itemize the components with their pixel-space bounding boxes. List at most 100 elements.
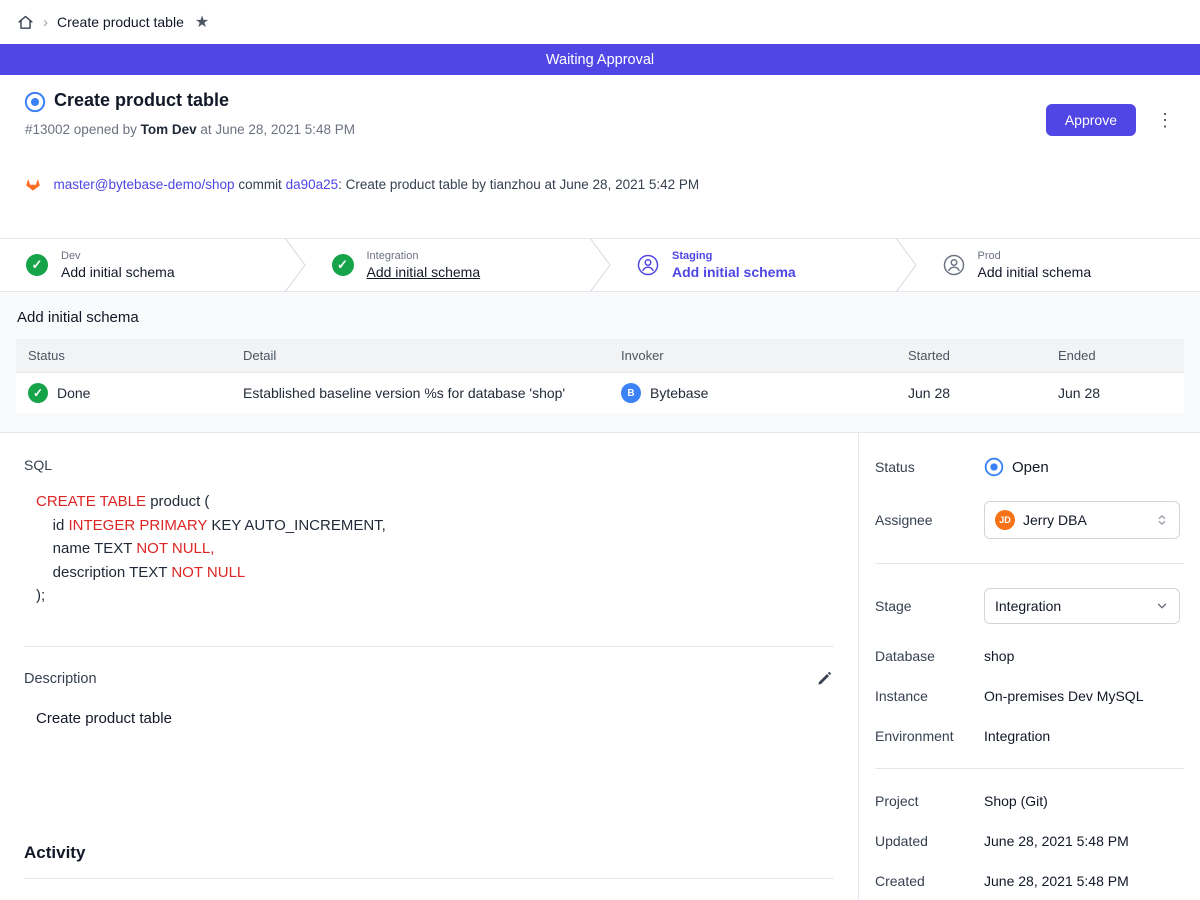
bytebase-avatar: B: [621, 383, 641, 403]
assignee-avatar: JD: [995, 510, 1015, 530]
instance-value: On-premises Dev MySQL: [984, 688, 1143, 704]
created-row: Created June 28, 2021 5:48 PM: [875, 873, 1184, 889]
stage-task-link[interactable]: Add initial schema: [367, 264, 481, 280]
sidebar-divider: [875, 563, 1184, 564]
task-ended: Jun 28: [1046, 373, 1184, 414]
star-icon[interactable]: ★: [195, 12, 209, 32]
commit-hash-link[interactable]: da90a25: [286, 177, 339, 192]
updated-row: Updated June 28, 2021 5:48 PM: [875, 833, 1184, 849]
sql-line: CREATE TABLE product (: [36, 490, 834, 514]
column-detail: Detail: [231, 339, 609, 373]
pipeline-stage-dev[interactable]: ✓ Dev Add initial schema: [0, 239, 284, 291]
stage-separator: [895, 238, 917, 292]
assignee-select[interactable]: JD Jerry DBA: [984, 501, 1180, 539]
breadcrumb-title[interactable]: Create product table: [57, 14, 184, 30]
table-header-row: Status Detail Invoker Started Ended: [16, 339, 1184, 373]
project-row: Project Shop (Git): [875, 793, 1184, 809]
page-title: Create product table: [54, 90, 229, 111]
stage-name: Integration: [367, 250, 481, 262]
chevron-right-icon: ›: [43, 14, 48, 31]
stage-name: Staging: [672, 250, 796, 262]
task-detail: Established baseline version %s for data…: [231, 373, 609, 414]
issue-detail-panel: SQL CREATE TABLE product ( id INTEGER PR…: [0, 433, 858, 900]
branch-repo-link[interactable]: master@bytebase-demo/shop: [54, 177, 235, 192]
sql-code-block: CREATE TABLE product ( id INTEGER PRIMAR…: [36, 490, 834, 608]
sql-line: name TEXT NOT NULL,: [36, 537, 834, 561]
chevron-down-icon: [1155, 599, 1169, 613]
created-label: Created: [875, 873, 984, 889]
pipeline-stage-prod[interactable]: Prod Add initial schema: [917, 239, 1200, 291]
task-started: Jun 28: [896, 373, 1046, 414]
edit-pencil-icon[interactable]: [814, 669, 834, 689]
kebab-menu-icon[interactable]: ⋮: [1152, 109, 1178, 131]
stage-value: Integration: [995, 598, 1061, 614]
created-value: June 28, 2021 5:48 PM: [984, 873, 1129, 889]
person-circle-icon: [943, 254, 965, 276]
stage-name: Dev: [61, 250, 175, 262]
column-started: Started: [896, 339, 1046, 373]
stage-pipeline: ✓ Dev Add initial schema ✓ Integration A…: [0, 238, 1200, 292]
instance-row: Instance On-premises Dev MySQL: [875, 688, 1184, 704]
issue-sidebar: Status Open Assignee JD Jerry DBA Stage: [858, 433, 1200, 900]
updated-value: June 28, 2021 5:48 PM: [984, 833, 1129, 849]
issue-meta: #13002 opened by Tom Dev at June 28, 202…: [25, 122, 1176, 137]
updown-chevron-icon: [1155, 512, 1169, 528]
stage-task-link[interactable]: Add initial schema: [61, 264, 175, 280]
commit-word: commit: [235, 177, 286, 192]
status-label: Status: [875, 459, 984, 475]
table-row[interactable]: ✓ Done Established baseline version %s fo…: [16, 373, 1184, 414]
stage-select[interactable]: Integration: [984, 588, 1180, 624]
project-label: Project: [875, 793, 984, 809]
column-ended: Ended: [1046, 339, 1184, 373]
sql-line: id INTEGER PRIMARY KEY AUTO_INCREMENT,: [36, 514, 834, 538]
database-value: shop: [984, 648, 1014, 664]
task-status: Done: [57, 385, 90, 401]
environment-value: Integration: [984, 728, 1050, 744]
home-icon[interactable]: [17, 14, 34, 31]
stage-task-link[interactable]: Add initial schema: [978, 264, 1092, 280]
check-circle-icon: ✓: [332, 254, 354, 276]
issue-author: Tom Dev: [141, 122, 197, 137]
stage-separator: [589, 238, 611, 292]
approve-button[interactable]: Approve: [1046, 104, 1136, 136]
banner-text: Waiting Approval: [546, 52, 654, 68]
column-invoker: Invoker: [609, 339, 896, 373]
sql-label: SQL: [24, 457, 834, 473]
issue-open-icon: [24, 91, 44, 111]
sql-line: description TEXT NOT NULL: [36, 561, 834, 585]
activity-divider: [24, 878, 834, 879]
commit-message: : Create product table by tianzhou at Ju…: [338, 177, 699, 192]
description-label: Description: [24, 671, 97, 687]
task-section: Add initial schema Status Detail Invoker…: [0, 292, 1200, 433]
stage-task-link[interactable]: Add initial schema: [672, 264, 796, 280]
database-label: Database: [875, 648, 984, 664]
status-open-icon: [984, 457, 1004, 477]
updated-label: Updated: [875, 833, 984, 849]
stage-label: Stage: [875, 598, 984, 614]
column-status: Status: [16, 339, 231, 373]
done-check-icon: ✓: [28, 383, 48, 403]
stage-row: Stage Integration: [875, 588, 1184, 624]
database-row: Database shop: [875, 648, 1184, 664]
description-content: Create product table: [36, 710, 834, 727]
stage-separator: [284, 238, 306, 292]
section-divider: [24, 646, 834, 647]
commit-line: master@bytebase-demo/shop commit da90a25…: [25, 146, 1176, 222]
pipeline-stage-staging[interactable]: Staging Add initial schema: [611, 239, 895, 291]
status-row: Status Open: [875, 457, 1184, 477]
issue-id-opened-by: #13002 opened by: [25, 122, 141, 137]
environment-row: Environment Integration: [875, 728, 1184, 744]
activity-title: Activity: [24, 843, 834, 863]
instance-label: Instance: [875, 688, 984, 704]
assignee-label: Assignee: [875, 512, 984, 528]
sql-line: );: [36, 584, 834, 608]
project-value: Shop (Git): [984, 793, 1048, 809]
assignee-value: Jerry DBA: [1023, 512, 1087, 528]
status-value: Open: [1012, 459, 1049, 476]
breadcrumb: › Create product table ★: [0, 0, 1200, 44]
gitlab-icon: [25, 146, 48, 222]
task-section-title: Add initial schema: [17, 309, 1184, 326]
pipeline-stage-integration[interactable]: ✓ Integration Add initial schema: [306, 239, 590, 291]
assignee-row: Assignee JD Jerry DBA: [875, 501, 1184, 539]
task-table: Status Detail Invoker Started Ended ✓ Don…: [16, 339, 1184, 413]
